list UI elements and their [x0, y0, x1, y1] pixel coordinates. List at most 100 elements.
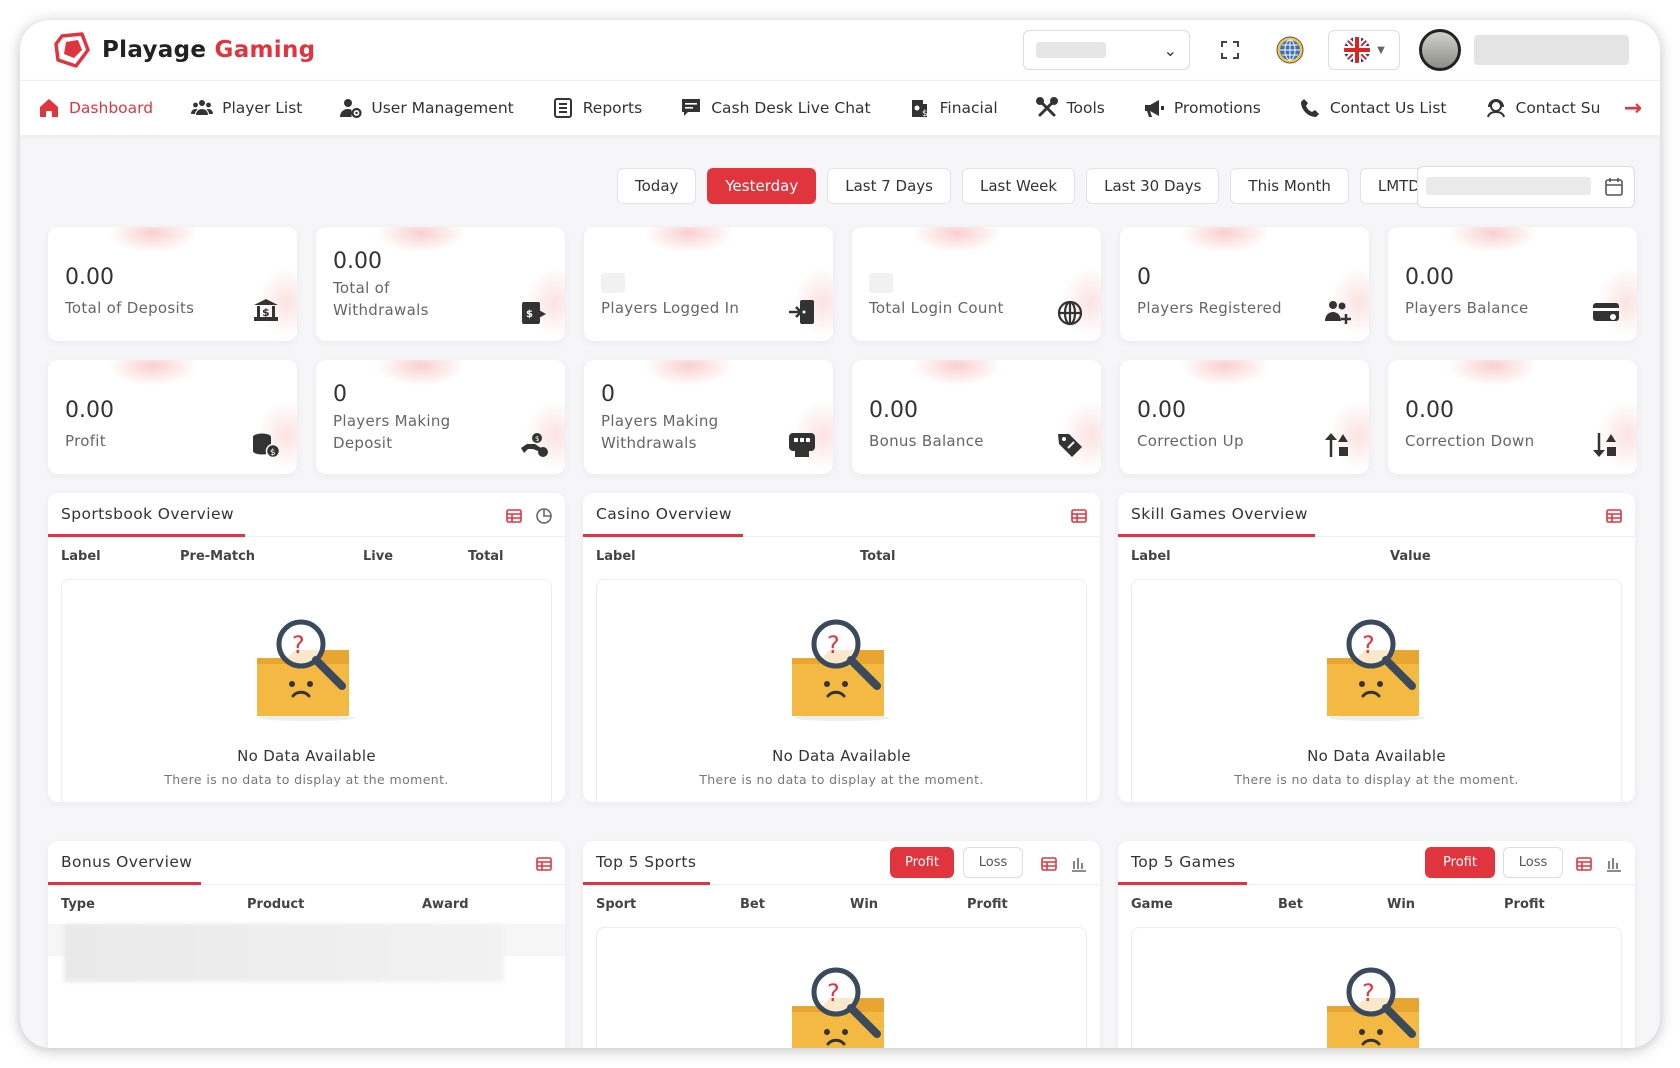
empty-state: ? No Data Available There is no data to … — [596, 579, 1087, 802]
table-view-icon[interactable] — [1040, 855, 1058, 873]
sort-up-icon — [1325, 433, 1348, 457]
stat-card-players-making-deposit: 0 Players Making Deposit $ — [316, 360, 565, 474]
stat-value: 0.00 — [65, 265, 114, 290]
bar-chart-icon[interactable] — [1070, 855, 1088, 873]
language-select[interactable]: ▼ — [1328, 30, 1400, 70]
svg-text:$: $ — [262, 306, 270, 319]
stat-label: Total of Deposits — [65, 299, 195, 317]
table-view-icon[interactable] — [1575, 855, 1593, 873]
filter-last-30-days[interactable]: Last 30 Days — [1086, 168, 1220, 204]
loss-toggle[interactable]: Loss — [1503, 847, 1563, 878]
nav-finacial[interactable]: $ Finacial — [909, 97, 998, 119]
svg-text:?: ? — [292, 631, 305, 659]
panel-title: Skill Games Overview — [1131, 505, 1308, 523]
stat-label: Correction Up — [1137, 432, 1244, 450]
stat-value: 0.00 — [1137, 398, 1186, 423]
avatar[interactable] — [1419, 29, 1461, 71]
stat-value: 0.00 — [65, 398, 114, 423]
stat-label: Players Making Withdrawals — [601, 412, 719, 452]
stat-value: 0.00 — [1405, 265, 1454, 290]
bonus-overview-panel: Bonus Overview Type Product Award — [48, 841, 565, 1048]
app-window: Playage Gaming ⌄ ▼ Dashboard Player List… — [20, 20, 1660, 1048]
table-row-blurred — [64, 924, 504, 982]
fullscreen-button[interactable] — [1210, 30, 1250, 70]
chevron-down-icon: ⌄ — [1163, 41, 1177, 60]
empty-title: No Data Available — [1307, 747, 1446, 765]
empty-subtitle: There is no data to display at the momen… — [699, 772, 984, 787]
calendar-icon — [1605, 178, 1623, 196]
table-view-icon[interactable] — [535, 855, 553, 873]
loss-toggle[interactable]: Loss — [963, 847, 1023, 878]
nav-tools[interactable]: Tools — [1035, 97, 1105, 119]
stat-label: Profit — [65, 432, 106, 450]
stat-label: Players Making Deposit — [333, 412, 451, 452]
globe-button[interactable] — [1270, 30, 1310, 70]
filter-last-7-days[interactable]: Last 7 Days — [827, 168, 951, 204]
date-filter-group: Today Yesterday Last 7 Days Last Week La… — [617, 168, 1438, 204]
nav-promotions[interactable]: Promotions — [1143, 97, 1261, 119]
user-gear-icon — [340, 99, 362, 119]
nav-user-management[interactable]: User Management — [340, 97, 514, 119]
panel-title: Top 5 Sports — [596, 853, 697, 871]
filter-this-month[interactable]: This Month — [1230, 168, 1349, 204]
stat-value: 0 — [333, 382, 347, 407]
sort-down-icon — [1593, 433, 1616, 457]
table-header: Sport Bet Win Profit — [596, 897, 1008, 912]
nav-player-list[interactable]: Player List — [191, 97, 302, 119]
panel-title: Casino Overview — [596, 505, 732, 523]
coins-icon: $ — [253, 433, 281, 459]
svg-text:$: $ — [270, 448, 276, 458]
nav-scroll-right-arrow-icon[interactable]: → — [1624, 96, 1642, 121]
main-nav: Dashboard Player List User Management Re… — [20, 81, 1660, 135]
wallet-icon — [1593, 303, 1619, 321]
stat-card-total-withdrawals: 0.00 Total of Withdrawals $ — [316, 227, 565, 341]
nav-cash-desk-live-chat[interactable]: Cash Desk Live Chat — [680, 97, 871, 119]
stat-value: 0.00 — [869, 398, 918, 423]
filter-today[interactable]: Today — [617, 168, 697, 204]
deposit-icon: $ — [254, 299, 278, 321]
skill-games-overview-panel: Skill Games Overview Label Value ? No Da… — [1118, 493, 1635, 802]
stat-card-profit: 0.00 Profit $ — [48, 360, 297, 474]
stat-label: Bonus Balance — [869, 432, 984, 450]
hand-money-icon: $ — [521, 433, 548, 457]
phone-icon — [1300, 99, 1319, 117]
svg-text:$: $ — [535, 435, 539, 443]
stat-value: 0.00 — [333, 249, 382, 274]
empty-title: No Data Available — [772, 747, 911, 765]
empty-state: ? No Data Available There is no data to … — [61, 579, 552, 802]
nav-contact-support[interactable]: Contact Su — [1485, 97, 1600, 119]
table-header: Type Product Award — [61, 897, 469, 912]
home-icon — [40, 99, 58, 117]
stat-label: Players Registered — [1137, 299, 1282, 317]
globe-users-icon — [1057, 300, 1083, 326]
stat-card-players-logged-in: Players Logged In — [584, 227, 833, 341]
nav-reports[interactable]: Reports — [552, 97, 642, 119]
finance-icon: $ — [911, 100, 928, 119]
logo[interactable]: Playage Gaming — [52, 30, 315, 70]
pie-chart-icon[interactable] — [535, 507, 553, 525]
nav-dashboard[interactable]: Dashboard — [38, 97, 153, 119]
empty-state: ? — [596, 927, 1087, 1048]
table-header: Label Value — [1131, 549, 1431, 564]
profit-toggle[interactable]: Profit — [1425, 847, 1495, 878]
no-data-folder-icon: ? — [792, 619, 890, 721]
logo-icon — [54, 32, 90, 68]
table-view-icon[interactable] — [1070, 507, 1088, 525]
nav-contact-us-list[interactable]: Contact Us List — [1299, 97, 1447, 119]
date-range-input[interactable] — [1417, 166, 1635, 208]
stat-card-correction-down: 0.00 Correction Down — [1388, 360, 1637, 474]
table-view-icon[interactable] — [505, 507, 523, 525]
sportsbook-overview-panel: Sportsbook Overview Label Pre-Match Live… — [48, 493, 565, 802]
stat-label: Correction Down — [1405, 432, 1535, 450]
svg-text:$: $ — [922, 109, 928, 119]
site-select[interactable]: ⌄ — [1023, 30, 1190, 70]
filter-last-week[interactable]: Last Week — [961, 168, 1076, 204]
svg-text:?: ? — [1362, 979, 1375, 1007]
tag-icon — [1058, 434, 1082, 457]
profit-toggle[interactable]: Profit — [890, 847, 954, 878]
bar-chart-icon[interactable] — [1605, 855, 1623, 873]
user-name[interactable] — [1474, 35, 1629, 65]
table-view-icon[interactable] — [1605, 507, 1623, 525]
stat-label: Players Logged In — [601, 299, 740, 317]
filter-yesterday[interactable]: Yesterday — [707, 168, 817, 204]
